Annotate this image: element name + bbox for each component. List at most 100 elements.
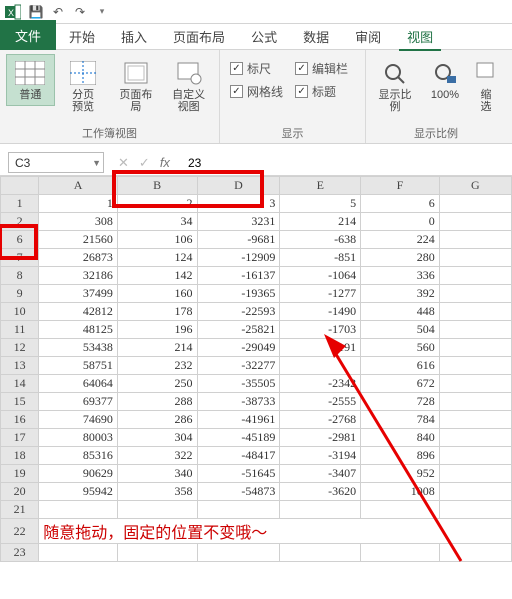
qat-dropdown-icon[interactable]: ▾ [94,4,110,20]
cell[interactable]: 840 [361,429,440,447]
cell[interactable] [439,213,511,231]
cell[interactable]: 0 [361,213,440,231]
name-box[interactable]: C3 ▼ [8,152,104,173]
cell[interactable]: 124 [117,249,197,267]
cell[interactable]: 42812 [39,303,118,321]
cell[interactable] [439,195,511,213]
cell[interactable]: -2768 [280,411,361,429]
cell[interactable]: -1490 [280,303,361,321]
redo-icon[interactable]: ↷ [72,4,88,20]
row-header[interactable]: 20 [1,483,39,501]
cell[interactable] [439,411,511,429]
col-header-G[interactable]: G [439,177,511,195]
cell[interactable]: 288 [117,393,197,411]
row-header[interactable]: 10 [1,303,39,321]
cell[interactable]: 37499 [39,285,118,303]
enter-icon[interactable]: ✓ [139,155,150,171]
ruler-checkbox[interactable]: ✓标尺 [230,60,283,77]
cell[interactable]: 232 [117,357,197,375]
row-header[interactable]: 2 [1,213,39,231]
chevron-down-icon[interactable]: ▼ [92,158,101,168]
cell[interactable]: 95942 [39,483,118,501]
cell[interactable] [197,501,280,519]
row-header[interactable]: 12 [1,339,39,357]
cell[interactable]: 952 [361,465,440,483]
cell[interactable]: 85316 [39,447,118,465]
cell[interactable] [439,465,511,483]
cell[interactable] [439,303,511,321]
zoom-selection-button[interactable]: 缩 选 [472,54,500,118]
cell[interactable]: 784 [361,411,440,429]
cell[interactable] [439,357,511,375]
row-header[interactable]: 22 [1,519,39,544]
cell[interactable]: 3 [197,195,280,213]
cell[interactable]: 3231 [197,213,280,231]
col-header-A[interactable]: A [39,177,118,195]
formulabar-checkbox[interactable]: ✓编辑栏 [295,60,348,77]
tab-5[interactable]: 审阅 [342,22,394,50]
cell[interactable]: 214 [280,213,361,231]
row-header[interactable]: 17 [1,429,39,447]
row-header[interactable]: 15 [1,393,39,411]
cell[interactable] [280,357,361,375]
col-header-D[interactable]: D [197,177,280,195]
col-header-F[interactable]: F [361,177,440,195]
cell[interactable] [361,544,440,562]
cell[interactable]: -9681 [197,231,280,249]
cell[interactable]: 504 [361,321,440,339]
cell[interactable]: -51645 [197,465,280,483]
save-icon[interactable]: 💾 [28,4,44,20]
gridlines-checkbox[interactable]: ✓网格线 [230,83,283,100]
undo-icon[interactable]: ↶ [50,4,66,20]
cell[interactable] [439,375,511,393]
zoom-button[interactable]: 显示比例 [372,54,418,118]
view-custom-button[interactable]: 自定义视图 [164,54,213,118]
cell[interactable]: -45189 [197,429,280,447]
cell[interactable]: 322 [117,447,197,465]
cell[interactable] [439,321,511,339]
col-header-E[interactable]: E [280,177,361,195]
cell[interactable]: 224 [361,231,440,249]
row-header[interactable]: 7 [1,249,39,267]
cell[interactable]: 448 [361,303,440,321]
cell[interactable]: 308 [39,213,118,231]
formula-input[interactable] [180,150,512,175]
cell[interactable]: 142 [117,267,197,285]
cell[interactable]: 178 [117,303,197,321]
cell[interactable]: 74690 [39,411,118,429]
cell[interactable]: 64064 [39,375,118,393]
cell[interactable]: 80003 [39,429,118,447]
cell[interactable]: 160 [117,285,197,303]
row-header[interactable]: 14 [1,375,39,393]
cell[interactable] [197,544,280,562]
cell[interactable]: 336 [361,267,440,285]
cell[interactable]: 728 [361,393,440,411]
tab-4[interactable]: 数据 [290,22,342,50]
cell[interactable]: -25821 [197,321,280,339]
cell[interactable] [439,339,511,357]
tab-6[interactable]: 视图 [394,22,446,50]
row-header[interactable]: 1 [1,195,39,213]
cell[interactable]: -29049 [197,339,280,357]
cell[interactable] [280,501,361,519]
cell[interactable]: -2555 [280,393,361,411]
cell[interactable]: -32277 [197,357,280,375]
cell[interactable]: 214 [117,339,197,357]
cell[interactable]: 34 [117,213,197,231]
cell[interactable]: 1008 [361,483,440,501]
cell[interactable]: 304 [117,429,197,447]
cell[interactable] [361,501,440,519]
cell[interactable] [439,501,511,519]
headings-checkbox[interactable]: ✓标题 [295,83,348,100]
cell[interactable]: -851 [280,249,361,267]
cell[interactable]: 106 [117,231,197,249]
cell[interactable] [439,429,511,447]
view-pagelayout-button[interactable]: 页面布局 [112,54,161,118]
cell[interactable]: -22593 [197,303,280,321]
cell[interactable]: -2342 [280,375,361,393]
cell[interactable] [117,544,197,562]
cell[interactable]: 560 [361,339,440,357]
cell[interactable]: 58751 [39,357,118,375]
worksheet-grid[interactable]: ABDEFG 11235623083432312140621560106-968… [0,176,512,562]
cell[interactable]: 358 [117,483,197,501]
